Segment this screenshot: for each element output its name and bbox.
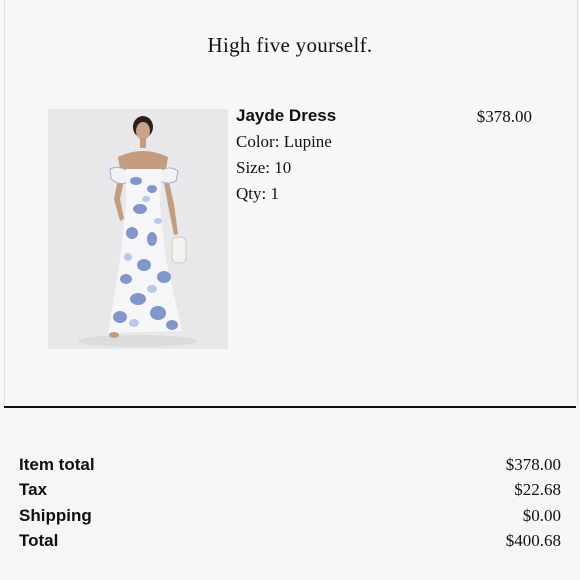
summary-label: Tax	[19, 480, 48, 499]
summary-value: $22.68	[514, 480, 561, 499]
section-divider	[4, 406, 576, 408]
summary-value: $400.68	[505, 531, 561, 550]
product-name[interactable]: Jayde Dress	[236, 106, 336, 126]
product-color: Color: Lupine	[236, 132, 332, 151]
summary-value: $0.00	[522, 506, 561, 525]
summary-label: Item total	[19, 455, 95, 474]
summary-row-item-total: Item total $378.00	[19, 455, 561, 479]
product-image[interactable]	[48, 109, 228, 349]
summary-row-shipping: Shipping $0.00	[19, 506, 561, 530]
summary-value: $378.00	[505, 455, 561, 474]
summary-row-tax: Tax $22.68	[19, 480, 561, 504]
product-qty: Qty: 1	[236, 184, 279, 203]
dress-model-illustration	[48, 109, 228, 349]
product-price: $378.00	[476, 107, 532, 126]
summary-label: Shipping	[19, 506, 92, 525]
product-size: Size: 10	[236, 158, 292, 177]
summary-row-total: Total $400.68	[19, 531, 561, 555]
summary-label: Total	[19, 531, 59, 550]
page-title: High five yourself.	[207, 33, 373, 57]
